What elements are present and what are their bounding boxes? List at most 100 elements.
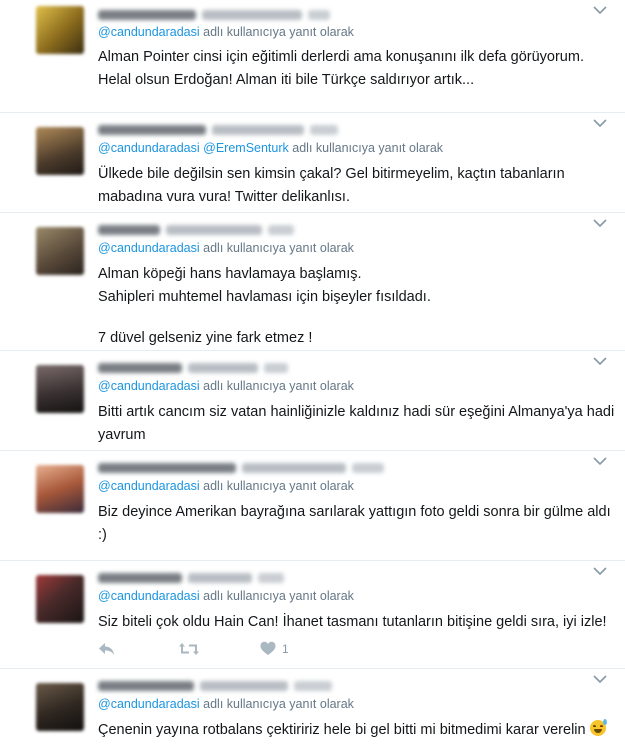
author-header[interactable] bbox=[98, 677, 518, 693]
tweet-reply[interactable]: @candundaradasi adlı kullanıcıya yanıt o… bbox=[0, 351, 625, 451]
avatar[interactable] bbox=[36, 465, 84, 513]
tweet-reply[interactable]: @candundaradasi adlı kullanıcıya yanıt o… bbox=[0, 669, 625, 752]
more-options-chevron-icon[interactable] bbox=[593, 119, 607, 129]
retweet-button[interactable] bbox=[178, 641, 200, 657]
author-name[interactable] bbox=[98, 224, 160, 235]
tweet-text: Siz biteli çok oldu Hain Can! İhanet tas… bbox=[98, 611, 613, 634]
tweet-text-line: Alman köpeği hans havlamaya başlamış. bbox=[98, 266, 362, 282]
mention-link[interactable]: @candundaradasi bbox=[98, 241, 200, 255]
mention-link[interactable]: @EremSenturk bbox=[203, 141, 289, 155]
more-options-chevron-icon[interactable] bbox=[593, 567, 607, 577]
author-header[interactable] bbox=[98, 221, 518, 237]
author-name[interactable] bbox=[98, 362, 182, 373]
tweet-text-line: Helal olsun Erdoğan! Alman iti bile Türk… bbox=[98, 72, 475, 88]
author-handle bbox=[200, 680, 288, 691]
mention-link[interactable]: @candundaradasi bbox=[98, 479, 200, 493]
more-options-chevron-icon[interactable] bbox=[593, 675, 607, 685]
tweet-text-line: Bitti artık cancım siz vatan hainliğiniz… bbox=[98, 404, 615, 420]
reply-context: @candundaradasi adlı kullanıcıya yanıt o… bbox=[98, 379, 354, 393]
more-options-chevron-icon[interactable] bbox=[593, 6, 607, 16]
tweet-text-line: mabadına vura vura! Twitter delikanlısı. bbox=[98, 189, 350, 205]
more-options-chevron-icon[interactable] bbox=[593, 457, 607, 467]
more-options-chevron-icon[interactable] bbox=[593, 357, 607, 367]
tweet-text-line: Sahipleri muhtemel havlaması için bişeyl… bbox=[98, 289, 431, 305]
like-count: 1 bbox=[282, 642, 289, 656]
author-handle bbox=[202, 9, 302, 20]
reply-context-label: adlı kullanıcıya yanıt olarak bbox=[292, 141, 444, 155]
avatar[interactable] bbox=[36, 683, 84, 731]
grinning-sweat-emoji-icon bbox=[589, 719, 607, 736]
author-header[interactable] bbox=[98, 121, 518, 137]
author-name[interactable] bbox=[98, 462, 236, 473]
author-header[interactable] bbox=[98, 459, 518, 475]
tweet-text: Bitti artık cancım siz vatan hainliğiniz… bbox=[98, 401, 615, 447]
author-header[interactable] bbox=[98, 6, 518, 22]
reply-context-label: adlı kullanıcıya yanıt olarak bbox=[203, 379, 354, 393]
heart-icon bbox=[260, 641, 276, 655]
timestamp[interactable] bbox=[268, 224, 294, 235]
tweet-reply[interactable]: @candundaradasi adlı kullanıcıya yanıt o… bbox=[0, 561, 625, 669]
tweet-text-line: Biz deyince Amerikan bayrağına sarılarak… bbox=[98, 504, 611, 520]
avatar[interactable] bbox=[36, 6, 84, 54]
tweet-text-line: Ülkede bile değilsin sen kimsin çakal? G… bbox=[98, 166, 565, 182]
reply-context: @candundaradasi adlı kullanıcıya yanıt o… bbox=[98, 697, 354, 711]
tweet-reply[interactable]: @candundaradasi @EremSenturk adlı kullan… bbox=[0, 113, 625, 213]
timestamp[interactable] bbox=[294, 680, 332, 691]
reply-context-label: adlı kullanıcıya yanıt olarak bbox=[203, 479, 354, 493]
tweet-text-line: :) bbox=[98, 527, 107, 543]
tweet-text-line: Siz biteli çok oldu Hain Can! İhanet tas… bbox=[98, 614, 607, 630]
author-handle bbox=[212, 124, 304, 135]
tweet-text-line: yavrum bbox=[98, 427, 146, 443]
tweet-reply[interactable]: @candundaradasi adlı kullanıcıya yanıt o… bbox=[0, 451, 625, 561]
tweet-text: Alman Pointer cinsi için eğitimli derler… bbox=[98, 46, 613, 92]
author-handle bbox=[166, 224, 262, 235]
mention-link[interactable]: @candundaradasi bbox=[98, 697, 200, 711]
tweet-text-line: 7 düvel gelseniz yine fark etmez ! bbox=[98, 330, 313, 346]
mention-link[interactable]: @candundaradasi bbox=[98, 379, 200, 393]
tweet-actions: 1 bbox=[98, 641, 358, 661]
avatar[interactable] bbox=[36, 575, 84, 623]
author-name[interactable] bbox=[98, 680, 194, 691]
author-header[interactable] bbox=[98, 569, 518, 585]
tweet-text: Çenenin yayına rotbalans çektiririz hele… bbox=[98, 719, 613, 742]
reply-context: @candundaradasi adlı kullanıcıya yanıt o… bbox=[98, 479, 354, 493]
author-name[interactable] bbox=[98, 572, 182, 583]
like-button[interactable]: 1 bbox=[260, 641, 289, 656]
tweet-text: Biz deyince Amerikan bayrağına sarılarak… bbox=[98, 501, 613, 547]
reply-context-label: adlı kullanıcıya yanıt olarak bbox=[203, 241, 354, 255]
tweet-text: Ülkede bile değilsin sen kimsin çakal? G… bbox=[98, 163, 613, 209]
tweet-reply[interactable]: @candundaradasi adlı kullanıcıya yanıt o… bbox=[0, 0, 625, 113]
reply-button[interactable] bbox=[98, 641, 116, 657]
timestamp[interactable] bbox=[352, 462, 384, 473]
tweet-reply[interactable]: @candundaradasi adlı kullanıcıya yanıt o… bbox=[0, 213, 625, 351]
timestamp[interactable] bbox=[308, 9, 330, 20]
author-header[interactable] bbox=[98, 359, 518, 375]
timestamp[interactable] bbox=[258, 572, 284, 583]
retweet-icon bbox=[179, 643, 199, 655]
tweet-text-content: Çenenin yayına rotbalans çektiririz hele… bbox=[98, 722, 586, 738]
reply-context: @candundaradasi adlı kullanıcıya yanıt o… bbox=[98, 589, 354, 603]
reply-context: @candundaradasi adlı kullanıcıya yanıt o… bbox=[98, 241, 354, 255]
mention-link[interactable]: @candundaradasi bbox=[98, 589, 200, 603]
avatar[interactable] bbox=[36, 365, 84, 413]
mention-link[interactable]: @candundaradasi bbox=[98, 25, 200, 39]
tweet-text: Alman köpeği hans havlamaya başlamış. Sa… bbox=[98, 263, 613, 350]
avatar[interactable] bbox=[36, 227, 84, 275]
author-name[interactable] bbox=[98, 9, 196, 20]
author-handle bbox=[242, 462, 346, 473]
reply-context-label: adlı kullanıcıya yanıt olarak bbox=[203, 589, 354, 603]
mention-link[interactable]: @candundaradasi bbox=[98, 141, 200, 155]
reply-context-label: adlı kullanıcıya yanıt olarak bbox=[203, 697, 354, 711]
tweet-text-line: Çenenin yayına rotbalans çektiririz hele… bbox=[98, 719, 613, 742]
timestamp[interactable] bbox=[264, 362, 288, 373]
avatar[interactable] bbox=[36, 127, 84, 175]
reply-context: @candundaradasi @EremSenturk adlı kullan… bbox=[98, 141, 443, 155]
reply-icon bbox=[99, 643, 114, 655]
timestamp[interactable] bbox=[310, 124, 338, 135]
author-handle bbox=[188, 362, 258, 373]
reply-context-label: adlı kullanıcıya yanıt olarak bbox=[203, 25, 354, 39]
more-options-chevron-icon[interactable] bbox=[593, 219, 607, 229]
reply-context: @candundaradasi adlı kullanıcıya yanıt o… bbox=[98, 25, 354, 39]
author-handle bbox=[188, 572, 252, 583]
author-name[interactable] bbox=[98, 124, 206, 135]
